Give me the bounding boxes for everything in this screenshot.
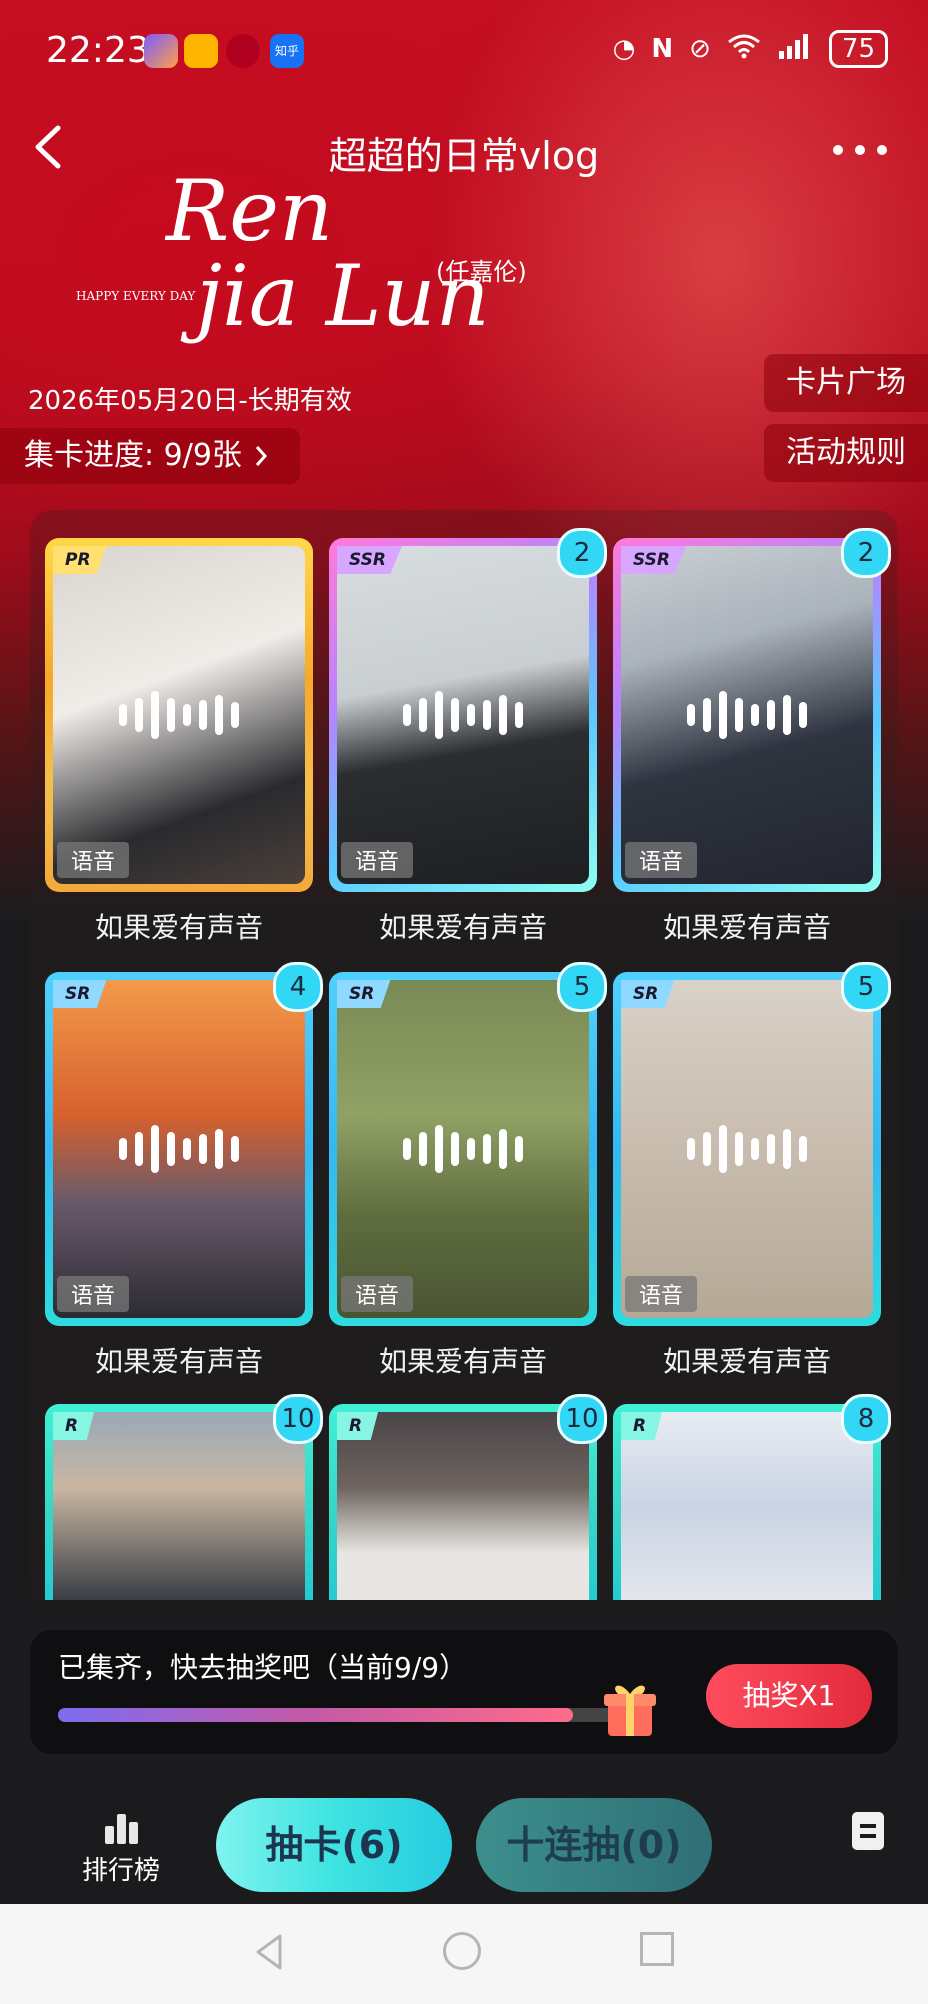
card-type-tag: 语音 — [57, 1276, 130, 1312]
card-frame: SR 4 语音 — [45, 962, 323, 1326]
gift-box-icon — [602, 1678, 658, 1738]
voice-card[interactable]: R8 — [613, 1394, 891, 1600]
leaderboard-label: 排行榜 — [81, 1856, 160, 1886]
wifi-icon — [727, 33, 761, 66]
card-frame: R8 — [613, 1394, 891, 1600]
card-photo — [621, 1412, 873, 1600]
card-frame: SSR 2 语音 — [613, 528, 891, 892]
card-plaza-button[interactable]: 卡片广场 — [764, 354, 928, 412]
card-name: 如果爱有声音 — [94, 1345, 263, 1378]
card-count-badge: 10 — [273, 1394, 323, 1444]
logo-tagline: HAPPY EVERY DAY — [76, 289, 196, 303]
card-frame: R 10 — [329, 1394, 607, 1600]
collect-progress-label: 集卡进度: 9/9张 — [24, 438, 242, 473]
card-count-badge: 5 — [557, 962, 607, 1012]
battery-indicator: 75 — [828, 30, 888, 68]
voice-wave-icon — [119, 1125, 239, 1173]
voice-card[interactable]: R 10 — [329, 1394, 607, 1600]
card-count-badge: 2 — [841, 528, 891, 578]
card-name: 如果爱有声音 — [662, 1345, 831, 1378]
voice-card[interactable]: SSR 2 语音 如果爱有声音 — [613, 528, 891, 946]
card-type-tag: 语音 — [625, 1276, 698, 1312]
card-photo — [53, 1412, 305, 1600]
signal-icon — [777, 33, 813, 66]
lottery-panel: 已集齐，快去抽奖吧（当前9/9） 抽奖X1 — [30, 1630, 898, 1754]
lottery-message: 已集齐，快去抽奖吧（当前9/9） — [58, 1651, 468, 1684]
card-count-badge: 5 — [841, 962, 891, 1012]
card-name: 如果爱有声音 — [662, 911, 831, 944]
voice-wave-icon — [687, 691, 807, 739]
more-dots-icon — [833, 145, 887, 155]
voice-card[interactable]: PR 语音如果爱有声音 — [45, 538, 313, 946]
card-photo — [337, 1412, 589, 1600]
voice-card[interactable]: SR 4 语音 如果爱有声音 — [45, 962, 323, 1380]
weibo-app-icon — [184, 34, 218, 68]
document-icon[interactable] — [852, 1812, 884, 1850]
card-name: 如果爱有声音 — [94, 911, 263, 944]
bottom-action-bar: 排行榜 抽卡(6) 十连抽(0) — [0, 1780, 928, 1904]
voice-card[interactable]: SSR 2 语音 如果爱有声音 — [329, 528, 607, 946]
logo-script-line1: Ren — [164, 162, 333, 260]
activity-date-range: 2026年05月20日-长期有效 — [28, 386, 352, 416]
card-frame: SR 5 语音 — [329, 962, 607, 1326]
card-frame: SR 5 语音 — [613, 962, 891, 1326]
event-rules-button[interactable]: 活动规则 — [764, 424, 928, 482]
voice-wave-icon — [403, 1125, 523, 1173]
card-count-badge: 10 — [557, 1394, 607, 1444]
card-type-tag: 语音 — [625, 842, 698, 878]
card-count-badge: 4 — [273, 962, 323, 1012]
zhihu-app-icon: 知乎 — [270, 34, 304, 68]
status-bar: 22:23 知乎 ◔ N ⊘ 75 — [0, 0, 928, 106]
card-count-badge: 8 — [841, 1394, 891, 1444]
voice-wave-icon — [119, 691, 239, 739]
voice-wave-icon — [403, 691, 523, 739]
nfc-icon: N — [651, 34, 674, 64]
voice-card[interactable]: SR 5 语音 如果爱有声音 — [329, 962, 607, 1380]
system-navigation-bar — [0, 1904, 928, 2004]
voice-wave-icon — [687, 1125, 807, 1173]
voice-card[interactable]: R 10 — [45, 1394, 323, 1600]
status-indicators: ◔ N ⊘ 75 — [613, 30, 888, 68]
artist-logo: Ren jia Lun HAPPY EVERY DAY (任嘉伦) — [76, 140, 596, 370]
leaderboard-icon — [101, 1808, 141, 1844]
card-frame: R 10 — [45, 1394, 323, 1600]
card-name: 如果爱有声音 — [378, 1345, 547, 1378]
logo-chinese-name: (任嘉伦) — [436, 258, 527, 286]
nav-recent-apps-icon[interactable] — [640, 1932, 674, 1966]
card-name: 如果爱有声音 — [378, 911, 547, 944]
card-frame: SSR 2 语音 — [329, 528, 607, 892]
card-count-badge: 2 — [557, 528, 607, 578]
photos-app-icon — [144, 34, 178, 68]
leaderboard-button[interactable]: 排行榜 — [66, 1808, 176, 1887]
card-type-tag: 语音 — [57, 842, 130, 878]
draw-card-button[interactable]: 抽卡(6) — [216, 1798, 452, 1892]
red-app-icon — [226, 34, 260, 68]
voice-card[interactable]: SR 5 语音 如果爱有声音 — [613, 962, 891, 1380]
speedometer-icon: ◔ — [612, 34, 636, 64]
nav-back-icon[interactable] — [250, 1932, 290, 1972]
status-time: 22:23 — [46, 30, 150, 71]
ten-draw-button[interactable]: 十连抽(0) — [476, 1798, 712, 1892]
lottery-progress-fill — [58, 1708, 573, 1722]
chevron-right-icon — [255, 446, 267, 466]
card-frame: PR 语音 — [45, 538, 313, 892]
alarm-off-icon: ⊘ — [689, 34, 711, 64]
more-options-button[interactable] — [832, 130, 888, 156]
nav-home-icon[interactable] — [443, 1932, 481, 1970]
collect-progress-button[interactable]: 集卡进度: 9/9张 — [0, 428, 300, 484]
card-type-tag: 语音 — [341, 842, 414, 878]
lottery-draw-button[interactable]: 抽奖X1 — [706, 1664, 872, 1728]
card-type-tag: 语音 — [341, 1276, 414, 1312]
lottery-progress-bar — [58, 1708, 630, 1722]
